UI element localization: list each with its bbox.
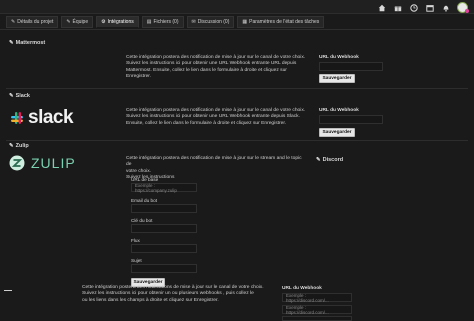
section-divider	[6, 88, 468, 89]
gear-icon: ⚙	[101, 19, 106, 25]
mattermost-save-button[interactable]: Sauvegarder	[319, 74, 355, 83]
discord-title: ✎ Discord	[316, 157, 344, 163]
pencil-icon: ✎	[9, 143, 14, 149]
chat-icon: ✉	[191, 19, 196, 25]
discord-description: Cette intégration postera des notificati…	[82, 285, 264, 303]
calendar-icon[interactable]	[425, 3, 435, 13]
mattermost-description: Cette intégration postera des notificati…	[126, 55, 306, 79]
tab-team[interactable]: ✎ Équipe	[61, 16, 94, 28]
tabs-divider	[0, 29, 474, 30]
zulip-logo: ZULIP	[9, 155, 76, 171]
grid-icon: ▦	[242, 19, 248, 25]
zulip-bot-email-label: Email du bot	[131, 198, 158, 203]
project-tabs: ✎ Détails du projet ✎ Équipe ⚙ Intégrations…	[6, 16, 325, 29]
tab-project-details[interactable]: ✎ Détails du projet	[6, 16, 59, 28]
pencil-icon: ✎	[66, 19, 71, 25]
discord-url-input-3[interactable]	[282, 316, 352, 321]
avatar[interactable]	[457, 2, 469, 13]
slack-logo: slack	[9, 107, 74, 129]
zulip-stream-input[interactable]	[131, 244, 197, 253]
clock-icon[interactable]	[409, 3, 419, 13]
zulip-bot-key-label: Clé du bot	[131, 218, 153, 223]
slack-hash-icon	[11, 112, 23, 124]
gift-icon[interactable]	[393, 3, 403, 13]
zulip-topic-input[interactable]	[131, 264, 197, 273]
zulip-bot-key-input[interactable]	[131, 224, 197, 233]
tab-discussion[interactable]: ✉ Discussion (0)	[186, 16, 235, 28]
zulip-base-url-label: URL de base	[131, 177, 159, 182]
slack-title: ✎ Slack	[9, 93, 30, 99]
topbar-icons	[377, 2, 469, 13]
tab-integrations[interactable]: ⚙ Intégrations	[96, 16, 139, 28]
zulip-bot-email-input[interactable]	[131, 204, 197, 213]
tab-files[interactable]: ▤ Fichiers (0)	[141, 16, 184, 28]
zulip-topic-label: Sujet	[131, 258, 142, 263]
mattermost-title: ✎ Mattermost	[9, 40, 46, 46]
discord-url-label: URL du Webhook	[282, 286, 322, 291]
file-icon: ▤	[146, 19, 152, 25]
discord-url-input-2[interactable]: Exemple : https://discord.com/...	[282, 305, 352, 315]
collapse-marker	[4, 290, 12, 291]
slack-save-button[interactable]: Sauvegarder	[319, 128, 355, 137]
mattermost-url-input[interactable]	[319, 62, 383, 71]
zulip-stream-label: Flux	[131, 238, 140, 243]
pencil-icon: ✎	[316, 157, 321, 163]
mattermost-url-label: URL du Webhook	[319, 55, 359, 60]
home-icon[interactable]	[377, 3, 387, 13]
top-navbar	[0, 0, 474, 14]
section-divider	[6, 140, 468, 141]
pencil-icon: ✎	[9, 40, 14, 46]
zulip-z-icon	[9, 155, 25, 171]
tab-task-status-settings[interactable]: ▦ Paramètres de l'état des tâches	[237, 16, 325, 28]
zulip-title: ✎ Zulip	[9, 143, 29, 149]
slack-description: Cette intégration postera des notificati…	[126, 108, 306, 126]
pencil-icon: ✎	[9, 93, 14, 99]
discord-url-input-1[interactable]: Exemple : https://discord.com/...	[282, 293, 352, 303]
zulip-base-url-input[interactable]: Exemple : https://company.zulip	[131, 183, 197, 193]
slack-url-input[interactable]	[319, 115, 383, 124]
pencil-icon: ✎	[11, 19, 16, 25]
slack-url-label: URL du Webhook	[319, 108, 359, 113]
bell-icon[interactable]	[441, 3, 451, 13]
